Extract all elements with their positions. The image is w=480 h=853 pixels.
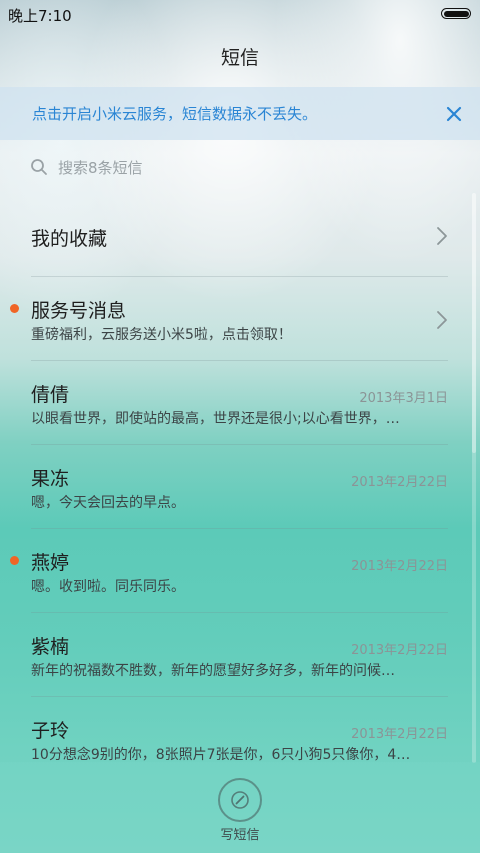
status-bar: 晚上7:10: [0, 0, 480, 28]
thread-date: 2013年2月22日: [351, 643, 448, 658]
battery-icon: [441, 8, 471, 19]
thread-name: 我的收藏: [31, 228, 108, 250]
thread-preview: 嗯，今天会回去的早点。: [31, 495, 185, 511]
compose-icon: [231, 791, 249, 809]
thread-preview: 以眼看世界，即使站的最高，世界还是很小;以心看世界，…: [31, 411, 400, 427]
thread-name: 紫楠: [31, 636, 70, 658]
thread-name: 倩倩: [31, 384, 70, 406]
search-bar[interactable]: 搜索8条短信: [20, 150, 460, 184]
chevron-right-icon: [437, 227, 447, 245]
bottom-bar: 写短信: [0, 762, 480, 853]
thread-date: 2013年2月22日: [351, 475, 448, 490]
thread-row-service[interactable]: 服务号消息 重磅福利，云服务送小米5啦，点击领取！: [0, 277, 480, 361]
scrollbar[interactable]: [472, 193, 476, 763]
compose-label[interactable]: 写短信: [0, 824, 480, 843]
thread-name: 果冻: [31, 468, 70, 490]
banner-text[interactable]: 点击开启小米云服务，短信数据永不丢失。: [32, 103, 317, 124]
thread-row[interactable]: 果冻 2013年2月22日 嗯，今天会回去的早点。: [0, 445, 480, 529]
scrollbar-thumb[interactable]: [472, 193, 476, 453]
close-icon[interactable]: [443, 103, 465, 125]
chevron-right-icon: [437, 311, 447, 329]
header: 短信: [0, 40, 480, 76]
thread-row[interactable]: 倩倩 2013年3月1日 以眼看世界，即使站的最高，世界还是很小;以心看世界，…: [0, 361, 480, 445]
search-icon: [31, 159, 47, 175]
compose-button[interactable]: [218, 778, 262, 822]
thread-preview: 嗯。收到啦。同乐同乐。: [31, 579, 185, 595]
thread-name: 服务号消息: [31, 300, 127, 322]
unread-dot: [10, 556, 19, 565]
unread-dot: [10, 304, 19, 313]
thread-row[interactable]: 燕婷 2013年2月22日 嗯。收到啦。同乐同乐。: [0, 529, 480, 613]
search-input[interactable]: 搜索8条短信: [58, 157, 143, 178]
thread-row-favorites[interactable]: 我的收藏: [0, 193, 480, 277]
thread-name: 子玲: [31, 720, 70, 742]
status-time: 晚上7:10: [8, 7, 72, 25]
thread-row[interactable]: 紫楠 2013年2月22日 新年的祝福数不胜数，新年的愿望好多好多，新年的问候…: [0, 613, 480, 697]
thread-preview: 10分想念9别的你，8张照片7张是你，6只小狗5只像你，4…: [31, 747, 411, 763]
thread-preview: 新年的祝福数不胜数，新年的愿望好多好多，新年的问候…: [31, 663, 395, 679]
thread-date: 2013年2月22日: [351, 559, 448, 574]
thread-date: 2013年2月22日: [351, 727, 448, 742]
cloud-service-banner[interactable]: 点击开启小米云服务，短信数据永不丢失。: [0, 87, 480, 140]
thread-date: 2013年3月1日: [359, 391, 448, 406]
thread-preview: 重磅福利，云服务送小米5啦，点击领取！: [31, 327, 292, 343]
thread-name: 燕婷: [31, 552, 70, 574]
page-title: 短信: [220, 47, 259, 69]
